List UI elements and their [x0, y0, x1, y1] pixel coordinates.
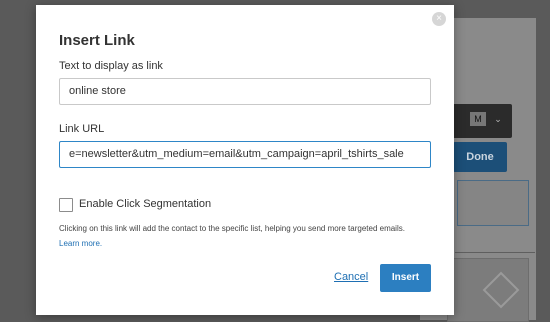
insert-button[interactable]: Insert — [380, 264, 431, 292]
background-content-block — [457, 180, 529, 226]
background-divider — [455, 252, 535, 253]
dialog-title: Insert Link — [59, 32, 135, 49]
background-image-icon — [482, 271, 520, 309]
click-segmentation-label[interactable]: Enable Click Segmentation — [79, 198, 211, 210]
help-text-body: Clicking on this link will add the conta… — [59, 224, 405, 233]
cancel-button[interactable]: Cancel — [334, 271, 368, 283]
link-url-input[interactable]: e=newsletter&utm_medium=email&utm_campai… — [59, 141, 431, 168]
help-text: Clicking on this link will add the conta… — [59, 221, 439, 251]
text-to-display-label: Text to display as link — [59, 60, 163, 72]
link-url-label: Link URL — [59, 123, 105, 135]
chevron-down-icon: ⌄ — [494, 114, 502, 124]
close-icon[interactable]: × — [432, 12, 446, 26]
background-toolbar-m-button: M — [470, 112, 486, 126]
learn-more-link[interactable]: Learn more. — [59, 239, 102, 248]
insert-link-dialog: × Insert Link Text to display as link on… — [36, 5, 454, 315]
click-segmentation-checkbox[interactable] — [59, 198, 73, 212]
background-done-button: Done — [453, 142, 507, 172]
text-to-display-input[interactable]: online store — [59, 78, 431, 105]
background-image-card — [447, 258, 529, 322]
